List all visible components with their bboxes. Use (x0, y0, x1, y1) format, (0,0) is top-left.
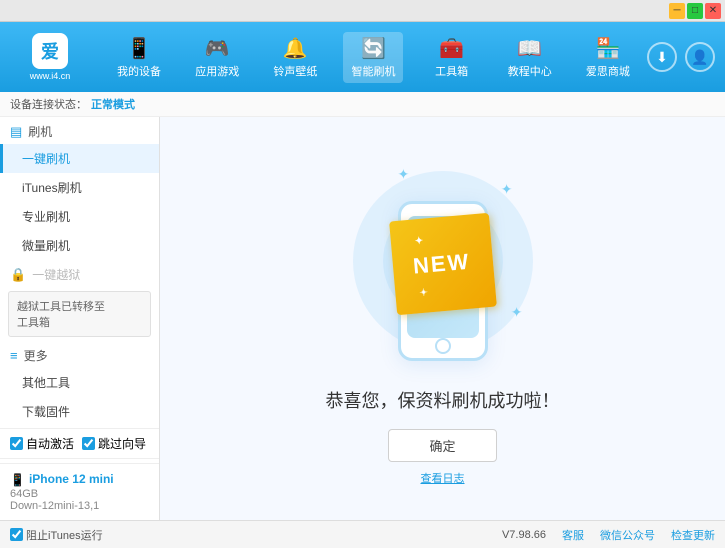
auto-send-label: 自动激活 (26, 435, 74, 452)
version-label: V7.98.66 (502, 529, 546, 541)
block-itunes-checkbox[interactable]: 阻止iTunes运行 (10, 527, 103, 543)
sidebar-item-itunes-flash[interactable]: iTunes刷机 (0, 173, 159, 202)
success-title: 恭喜您，保资料刷机成功啦！ (326, 387, 560, 413)
content-area: ✦ ✦ ✦ NEW 恭喜您，保资料刷机成功啦！ 确定 查看日志 (160, 117, 725, 520)
connection-label: 设备连接状态： (10, 96, 87, 112)
my-device-label: 我的设备 (117, 63, 161, 79)
status-bar-right: V7.98.66 客服 微信公众号 检查更新 (502, 527, 715, 543)
nav-toolbox[interactable]: 🧰 工具箱 (422, 32, 482, 83)
sidebar-item-brush-flash[interactable]: 微量刷机 (0, 231, 159, 260)
block-itunes-label: 阻止iTunes运行 (26, 527, 103, 543)
ringtone-icon: 🔔 (283, 36, 308, 61)
download-firmware-label: 下载固件 (22, 405, 70, 419)
new-banner-text: NEW (411, 249, 470, 279)
jailbreak-status-box: 越狱工具已转移至工具箱 (8, 291, 151, 337)
nav-store[interactable]: 🏪 爱思商城 (578, 32, 638, 83)
device-info: 📱 iPhone 12 mini 64GB Down-12mini-13,1 (0, 463, 159, 520)
download-button[interactable]: ⬇ (647, 42, 677, 72)
sparkle-3: ✦ (511, 304, 523, 321)
smart-flash-label: 智能刷机 (351, 63, 395, 79)
sparkle-2: ✦ (501, 181, 513, 198)
smart-flash-icon: 🔄 (361, 36, 386, 61)
sidebar-item-one-key-flash[interactable]: 一键刷机 (0, 144, 159, 173)
sidebar-scroll: ▤ 刷机 一键刷机 iTunes刷机 专业刷机 微量刷机 🔒 (0, 117, 159, 428)
sidebar-item-other-tools[interactable]: 其他工具 (0, 368, 159, 397)
sidebar-bottom: 自动激活 跳过向导 📱 iPhone 12 mini 64GB Down-12m… (0, 428, 159, 520)
status-bar: 阻止iTunes运行 V7.98.66 客服 微信公众号 检查更新 (0, 520, 725, 548)
sidebar-section-jailbreak: 🔒 一键越狱 (0, 260, 159, 287)
auto-send-checkbox[interactable]: 自动激活 (10, 435, 74, 452)
connection-status-bar: 设备连接状态： 正常模式 (0, 92, 725, 117)
logo-icon: 爱 (32, 33, 68, 69)
lock-icon: 🔒 (10, 267, 26, 283)
jailbreak-section-label: 一键越狱 (32, 266, 80, 283)
nav-my-device[interactable]: 📱 我的设备 (109, 32, 169, 83)
success-illustration: ✦ ✦ ✦ NEW (343, 151, 543, 371)
nav-ringtone[interactable]: 🔔 铃声壁纸 (265, 32, 325, 83)
status-bar-left: 阻止iTunes运行 (10, 527, 502, 543)
logo[interactable]: 爱 www.i4.cn (10, 33, 90, 81)
flash-section-icon: ▤ (10, 124, 22, 140)
skip-wizard-input[interactable] (82, 437, 95, 450)
title-bar: ─ □ ✕ (0, 0, 725, 22)
check-update-link[interactable]: 检查更新 (671, 527, 715, 543)
device-icon: 📱 (10, 473, 25, 487)
other-tools-label: 其他工具 (22, 376, 70, 390)
block-itunes-input[interactable] (10, 528, 23, 541)
store-label: 爱思商城 (586, 63, 630, 79)
more-section-label: 更多 (24, 347, 48, 364)
nav-app-games[interactable]: 🎮 应用游戏 (187, 32, 247, 83)
brush-flash-label: 微量刷机 (22, 239, 70, 253)
confirm-button[interactable]: 确定 (388, 429, 496, 462)
jailbreak-status-text: 越狱工具已转移至工具箱 (17, 301, 105, 329)
device-name: iPhone 12 mini (29, 472, 114, 486)
wechat-link[interactable]: 微信公众号 (600, 527, 655, 543)
customer-service-link[interactable]: 客服 (562, 527, 584, 543)
tutorial-label: 教程中心 (508, 63, 552, 79)
sidebar-section-more[interactable]: ≡ 更多 (0, 341, 159, 368)
checkbox-row: 自动激活 跳过向导 (0, 428, 159, 459)
main-layout: ▤ 刷机 一键刷机 iTunes刷机 专业刷机 微量刷机 🔒 (0, 117, 725, 520)
flash-section-label: 刷机 (28, 123, 52, 140)
itunes-flash-label: iTunes刷机 (22, 181, 82, 195)
sidebar-content: ▤ 刷机 一键刷机 iTunes刷机 专业刷机 微量刷机 🔒 (0, 117, 159, 520)
skip-wizard-checkbox[interactable]: 跳过向导 (82, 435, 146, 452)
more-section-icon: ≡ (10, 348, 18, 363)
sidebar: ▤ 刷机 一键刷机 iTunes刷机 专业刷机 微量刷机 🔒 (0, 117, 160, 520)
sidebar-section-flash[interactable]: ▤ 刷机 (0, 117, 159, 144)
tutorial-icon: 📖 (517, 36, 542, 61)
sparkle-1: ✦ (398, 166, 410, 183)
nav-smart-flash[interactable]: 🔄 智能刷机 (343, 32, 403, 83)
nav-tutorial[interactable]: 📖 教程中心 (500, 32, 560, 83)
logo-url: www.i4.cn (30, 71, 71, 81)
close-button[interactable]: ✕ (705, 3, 721, 19)
auto-send-input[interactable] (10, 437, 23, 450)
ringtone-label: 铃声壁纸 (273, 63, 317, 79)
connection-status-value: 正常模式 (91, 96, 135, 112)
header-right: ⬇ 👤 (647, 42, 715, 72)
pro-flash-label: 专业刷机 (22, 210, 70, 224)
my-device-icon: 📱 (127, 36, 152, 61)
device-storage: 64GB (10, 488, 149, 500)
header: 爱 www.i4.cn 📱 我的设备 🎮 应用游戏 🔔 铃声壁纸 🔄 智能刷机 … (0, 22, 725, 92)
phone-home-button (435, 338, 451, 354)
sidebar-item-pro-flash[interactable]: 专业刷机 (0, 202, 159, 231)
skip-wizard-label: 跳过向导 (98, 435, 146, 452)
toolbox-icon: 🧰 (439, 36, 464, 61)
maximize-button[interactable]: □ (687, 3, 703, 19)
nav-bar: 📱 我的设备 🎮 应用游戏 🔔 铃声壁纸 🔄 智能刷机 🧰 工具箱 📖 教程中心… (100, 32, 647, 83)
toolbox-label: 工具箱 (435, 63, 468, 79)
store-icon: 🏪 (595, 36, 620, 61)
minimize-button[interactable]: ─ (669, 3, 685, 19)
one-key-flash-label: 一键刷机 (22, 152, 70, 166)
device-firmware: Down-12mini-13,1 (10, 500, 149, 512)
view-journal-link[interactable]: 查看日志 (421, 470, 465, 486)
user-button[interactable]: 👤 (685, 42, 715, 72)
app-games-label: 应用游戏 (195, 63, 239, 79)
app-games-icon: 🎮 (205, 36, 230, 61)
sidebar-item-download-firmware[interactable]: 下载固件 (0, 397, 159, 426)
new-banner: NEW (389, 213, 497, 315)
